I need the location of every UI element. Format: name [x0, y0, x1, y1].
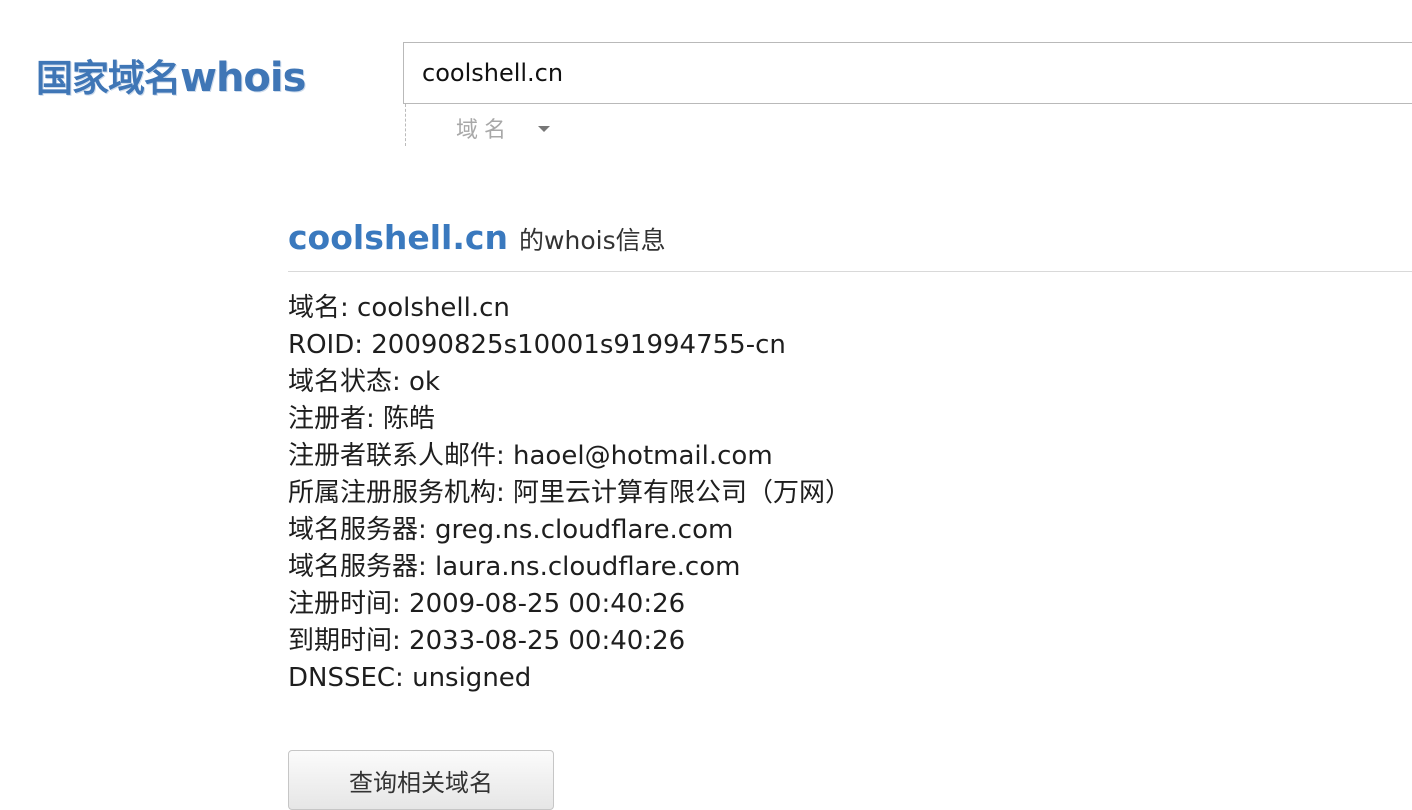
query-related-domains-button[interactable]: 查询相关域名	[288, 750, 554, 810]
whois-row-nameserver-2: 域名服务器: laura.ns.cloudflare.com	[288, 552, 741, 582]
whois-row-email: 注册者联系人邮件: haoel@hotmail.com	[288, 441, 773, 471]
whois-row-registrar: 所属注册服务机构: 阿里云计算有限公司（万网）	[288, 478, 852, 508]
search-box	[403, 42, 1412, 104]
whois-row-expires: 到期时间: 2033-08-25 00:40:26	[288, 626, 686, 656]
whois-row-dnssec: DNSSEC: unsigned	[288, 663, 532, 693]
whois-row-registered: 注册时间: 2009-08-25 00:40:26	[288, 589, 686, 619]
whois-row-nameserver-1: 域名服务器: greg.ns.cloudflare.com	[288, 515, 734, 545]
whois-row-roid: ROID: 20090825s10001s91994755-cn	[288, 330, 786, 360]
result-title: coolshell.cn 的whois信息	[288, 218, 666, 257]
search-type-label: 域名	[456, 118, 513, 143]
result-title-suffix: 的whois信息	[519, 226, 666, 255]
page: 国家域名 whois 域名 coolshell.cn 的whois信息 域名: …	[0, 0, 1412, 810]
site-logo[interactable]: 国家域名 whois	[36, 48, 306, 104]
whois-row-status: 域名状态: ok	[288, 367, 440, 397]
logo-text-cn: 国家域名	[36, 57, 181, 100]
divider	[288, 271, 1412, 272]
result-domain: coolshell.cn	[288, 218, 508, 257]
whois-row-domain: 域名: coolshell.cn	[288, 293, 510, 323]
whois-info-list: 域名: coolshell.cn ROID: 20090825s10001s91…	[288, 290, 851, 697]
whois-row-registrant: 注册者: 陈皓	[288, 404, 436, 434]
search-input[interactable]	[404, 43, 1412, 103]
logo-text-en: whois	[180, 55, 306, 101]
caret-down-icon	[538, 126, 550, 132]
search-type-dropdown[interactable]: 域名	[405, 104, 565, 146]
